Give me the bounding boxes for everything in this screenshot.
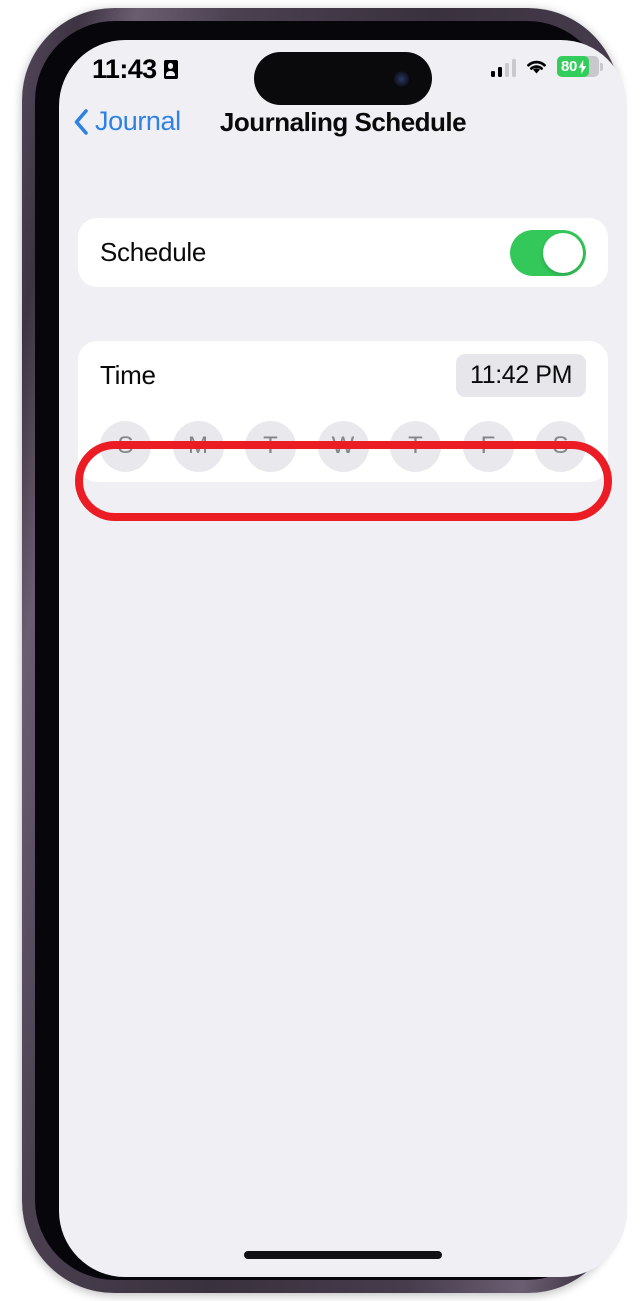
schedule-label: Schedule — [100, 237, 207, 267]
schedule-toggle[interactable] — [510, 229, 586, 276]
front-camera-icon — [394, 71, 409, 86]
charging-bolt-icon — [578, 59, 587, 74]
time-row[interactable]: Time 11:42 PM — [78, 341, 608, 410]
back-button-label: Journal — [95, 106, 181, 136]
battery-percentage: 80 — [561, 58, 578, 75]
person-badge-icon — [163, 60, 178, 79]
status-bar: 11:43 80 — [59, 40, 627, 105]
status-bar-time: 11:43 — [92, 54, 157, 84]
wifi-icon — [524, 57, 549, 76]
status-bar-icons: 80 — [490, 56, 603, 77]
page-title: Journaling Schedule — [219, 107, 467, 137]
settings-content: Schedule Time 11:42 PM SMTWTFS — [59, 170, 627, 1277]
day-circle-wednesday[interactable]: W — [317, 420, 369, 472]
battery-icon: 80 — [557, 56, 603, 77]
day-circle-sunday[interactable]: S — [100, 420, 151, 472]
time-label: Time — [100, 360, 156, 390]
navigation-bar: Journal Journaling Schedule — [59, 106, 627, 158]
phone-screen: 11:43 80 Journal Journaling Schedule Sch… — [59, 40, 627, 1277]
day-circle-tuesday[interactable]: T — [245, 420, 296, 472]
phone-device-frame: 11:43 80 Journal Journaling Schedule Sch… — [22, 8, 627, 1293]
back-button[interactable]: Journal — [73, 106, 181, 137]
cellular-signal-icon — [490, 57, 516, 77]
schedule-row[interactable]: Schedule — [78, 218, 608, 287]
day-circle-saturday[interactable]: S — [535, 420, 586, 472]
status-time-group: 11:43 — [92, 54, 178, 85]
chevron-left-icon — [73, 108, 89, 136]
toggle-knob — [543, 232, 583, 273]
day-circle-thursday[interactable]: T — [390, 420, 441, 472]
days-selector-row: SMTWTFS — [78, 410, 608, 482]
dynamic-island — [254, 52, 432, 105]
day-circle-monday[interactable]: M — [172, 420, 224, 472]
home-indicator[interactable] — [244, 1251, 442, 1259]
schedule-card: Schedule — [78, 218, 608, 287]
day-circle-friday[interactable]: F — [462, 420, 514, 472]
time-card: Time 11:42 PM SMTWTFS — [78, 341, 608, 482]
time-value-picker[interactable]: 11:42 PM — [456, 354, 586, 397]
